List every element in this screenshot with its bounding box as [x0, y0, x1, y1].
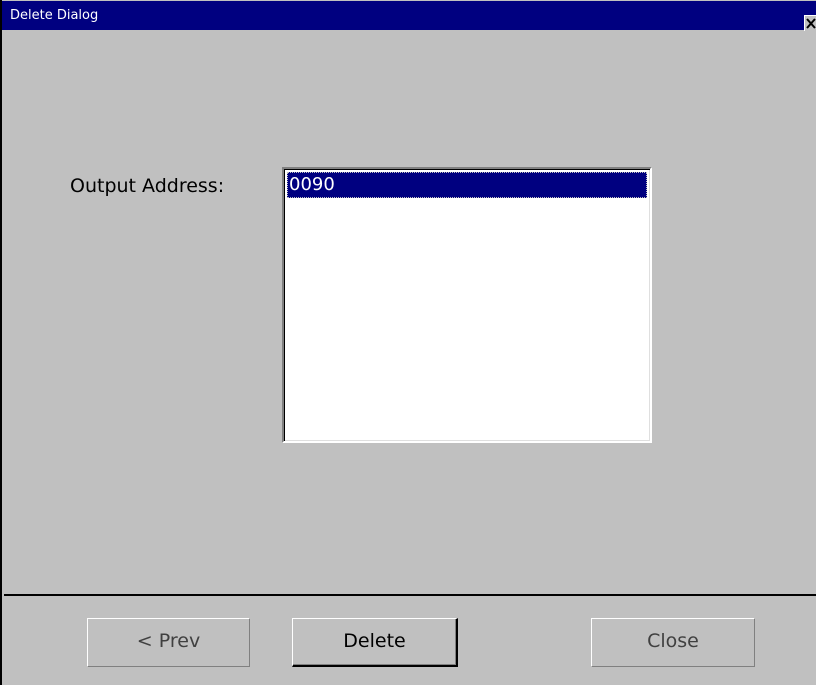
- delete-dialog-window: Delete Dialog Output Address: 0090 < Pre…: [0, 0, 816, 685]
- close-icon: [806, 18, 816, 29]
- close-button[interactable]: Close: [591, 618, 755, 667]
- output-address-listbox[interactable]: 0090: [282, 167, 652, 443]
- output-address-label: Output Address:: [70, 175, 225, 197]
- list-item[interactable]: 0090: [287, 172, 647, 198]
- prev-button[interactable]: < Prev: [87, 618, 250, 667]
- window-title: Delete Dialog: [10, 8, 99, 23]
- delete-button[interactable]: Delete: [292, 618, 458, 667]
- button-area-divider: [4, 594, 816, 596]
- close-window-button[interactable]: [804, 15, 816, 31]
- title-bar[interactable]: Delete Dialog: [2, 0, 816, 31]
